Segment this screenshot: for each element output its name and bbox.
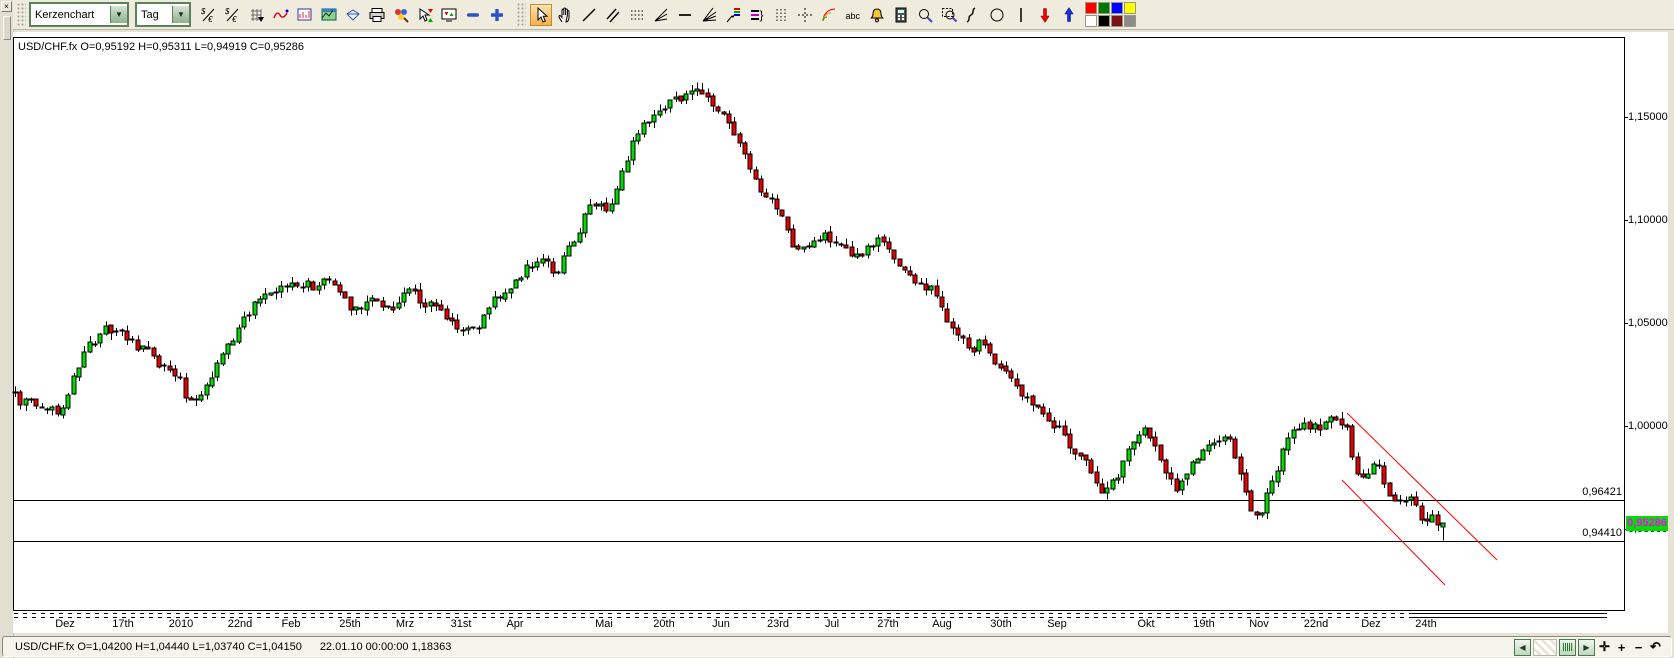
support-line-label: 0,94410 — [1582, 527, 1622, 540]
date-axis-label: Aug — [932, 618, 952, 630]
scroll-left-button[interactable]: ◀ — [1514, 638, 1531, 656]
bar-spacing-button[interactable] — [1559, 638, 1576, 656]
status-time-readout: 22.01.10 00:00:00 1,18363 — [319, 640, 452, 653]
x-axis-ticks — [14, 117, 1628, 618]
date-axis-label: 23rd — [766, 618, 790, 630]
price-axis-label: 1,05000 — [1628, 317, 1668, 329]
date-axis-label: 19th — [1193, 618, 1215, 630]
date-axis-label: Mrz — [395, 618, 415, 630]
date-axis-label: Dez — [55, 618, 75, 630]
date-axis-label: 25th — [339, 618, 361, 630]
date-axis-label: 24th — [1415, 618, 1437, 630]
zoom-out-button[interactable]: − — [1631, 639, 1646, 656]
date-axis-label: 30th — [990, 618, 1012, 630]
undo-zoom-button[interactable]: ↶ — [1648, 639, 1663, 656]
scroll-slider-track[interactable] — [1533, 638, 1557, 656]
date-axis-label: 27th — [877, 618, 899, 630]
status-ohlc-readout: USD/CHF.fx O=1,04200 H=1,04440 L=1,03740… — [15, 640, 302, 653]
zoom-in-button[interactable]: + — [1614, 639, 1629, 656]
price-axis-label: 1,10000 — [1628, 214, 1668, 226]
date-axis-label: 2010 — [168, 618, 194, 630]
plot-frame — [13, 37, 1625, 611]
date-axis-label: 22nd — [1303, 618, 1329, 630]
date-axis-label: Jun — [712, 618, 730, 630]
current-price-box: 0,95286 — [1626, 516, 1668, 532]
scroll-right-button[interactable]: ▶ — [1578, 638, 1595, 656]
price-axis-label: 1,00000 — [1628, 420, 1668, 432]
date-axis-label: Nov — [1249, 618, 1269, 630]
date-axis-label: 31st — [450, 618, 472, 630]
date-axis-label: 17th — [112, 618, 134, 630]
candlestick-series — [12, 82, 1446, 541]
pan-mode-button[interactable]: ✛ — [1597, 639, 1612, 656]
date-axis-label: Okt — [1137, 618, 1155, 630]
trend-channel[interactable] — [1341, 412, 1498, 586]
chart-title: USD/CHF.fx O=0,95192 H=0,95311 L=0,94919… — [18, 41, 304, 53]
support-line-label: 0,96421 — [1582, 485, 1622, 498]
date-axis-label: Feb — [281, 618, 301, 630]
price-axis-label: 1,15000 — [1628, 111, 1668, 123]
date-axis-label: Dez — [1361, 618, 1381, 630]
app-window: { "window": {"close_label": "×"}, "toolb… — [0, 0, 1674, 658]
date-axis-label: Mai — [595, 618, 613, 630]
candlestick-chart[interactable] — [0, 0, 1674, 658]
status-bar: USD/CHF.fx O=1,04200 H=1,04440 L=1,03740… — [2, 636, 1672, 657]
date-axis-label: Sep — [1047, 618, 1067, 630]
date-axis-label: Jul — [824, 618, 840, 630]
date-axis-label: 20th — [653, 618, 675, 630]
date-axis-label: Apr — [506, 618, 524, 630]
